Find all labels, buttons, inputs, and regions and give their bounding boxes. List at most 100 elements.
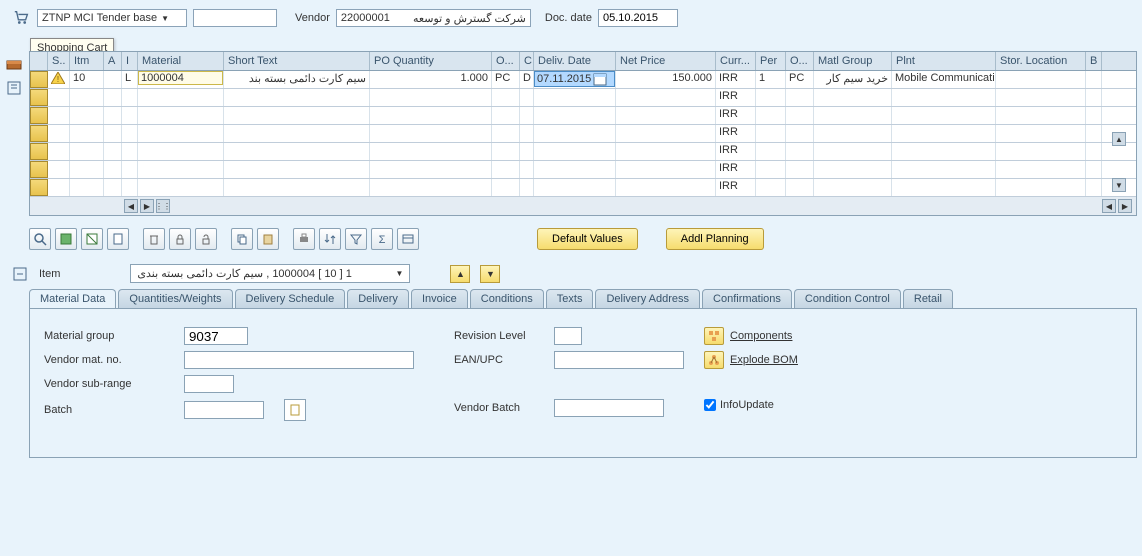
tab-condition-control[interactable]: Condition Control [794,289,901,308]
next-item-button[interactable]: ▼ [480,265,500,283]
vendor-mat-input[interactable] [184,351,414,369]
cell-plnt: Mobile Communicati [892,71,996,88]
scroll-down-button[interactable]: ▼ [1112,178,1126,192]
col-a[interactable]: A [104,52,122,70]
components-link[interactable]: Components [704,327,792,345]
doc-date-input[interactable] [598,9,678,27]
explode-bom-link[interactable]: Explode BOM [704,351,798,369]
scroll-left-button-2[interactable]: ◀ [1102,199,1116,213]
tab-delivery-schedule[interactable]: Delivery Schedule [235,289,346,308]
vendor-sub-input[interactable] [184,375,234,393]
cell-deliv-date[interactable]: 07.11.2015 [534,71,615,87]
row-selector[interactable] [30,161,48,178]
doc-type-value-input[interactable] [193,9,277,27]
table-row[interactable]: ! 10 L 1000004 سیم کارت دائمی بسته بند 1… [30,71,1136,89]
col-material[interactable]: Material [138,52,224,70]
table-row[interactable]: IRR [30,143,1136,161]
ean-input[interactable] [554,351,684,369]
info-update-checkbox[interactable] [704,399,716,411]
col-opu[interactable]: O... [786,52,814,70]
batch-input[interactable] [184,401,264,419]
sum-button[interactable]: Σ [371,228,393,250]
lock-button[interactable] [169,228,191,250]
material-group-input[interactable] [184,327,248,345]
cell-material[interactable]: 1000004 [138,71,223,85]
item-dropdown[interactable]: 1 [ 10 ] 1000004 , سیم کارت دائمی بسته ب… [130,264,410,283]
tab-material-data[interactable]: Material Data [29,289,116,308]
batch-details-button[interactable] [284,399,306,421]
col-oun[interactable]: O... [492,52,520,70]
col-po-qty[interactable]: PO Quantity [370,52,492,70]
cell-po-qty: 1.000 [370,71,492,88]
revision-input[interactable] [554,327,582,345]
tab-delivery-address[interactable]: Delivery Address [595,289,700,308]
col-short-text[interactable]: Short Text [224,52,370,70]
col-itm[interactable]: Itm [70,52,104,70]
paste-button[interactable] [257,228,279,250]
calendar-icon[interactable] [593,72,607,86]
addl-planning-button[interactable]: Addl Planning [666,228,764,250]
sort-button[interactable] [319,228,341,250]
tab-quantities-weights[interactable]: Quantities/Weights [118,289,232,308]
col-b[interactable]: B [1086,52,1102,70]
doc-type-dropdown[interactable]: ZTNP MCI Tender base ▼ [37,9,187,27]
tab-retail[interactable]: Retail [903,289,953,308]
default-values-button[interactable]: Default Values [537,228,638,250]
tab-invoice[interactable]: Invoice [411,289,468,308]
toolbox-icon[interactable] [5,55,23,73]
material-group-label: Material group [44,330,184,342]
item-label: Item [39,268,60,280]
col-plnt[interactable]: Plnt [892,52,996,70]
col-per[interactable]: Per [756,52,786,70]
expand-all-icon[interactable] [5,79,23,97]
row-selector[interactable] [30,179,48,196]
select-all-button[interactable] [55,228,77,250]
col-matl-group[interactable]: Matl Group [814,52,892,70]
cell-net-price: 150.000 [616,71,716,88]
vendor-input[interactable]: شرکت گسترش و توسعه 22000001 [336,9,531,27]
chevron-down-icon: ▼ [395,269,403,278]
column-config-button[interactable]: ⋮⋮ [156,199,170,213]
deselect-all-button[interactable] [81,228,103,250]
tab-texts[interactable]: Texts [546,289,594,308]
delete-button[interactable] [143,228,165,250]
row-selector[interactable] [30,71,48,88]
display-button[interactable] [107,228,129,250]
col-deliv-date[interactable]: Deliv. Date [534,52,616,70]
col-c[interactable]: C [520,52,534,70]
row-selector[interactable] [30,89,48,106]
table-row[interactable]: IRR [30,107,1136,125]
scroll-right-button-2[interactable]: ▶ [1118,199,1132,213]
col-stor-loc[interactable]: Stor. Location [996,52,1086,70]
unlock-button[interactable] [195,228,217,250]
col-curr[interactable]: Curr... [716,52,756,70]
layout-button[interactable] [397,228,419,250]
cell-per: 1 [756,71,786,88]
col-i[interactable]: I [122,52,138,70]
print-button[interactable] [293,228,315,250]
item-collapse-icon[interactable] [11,265,29,283]
scroll-right-button[interactable]: ▶ [140,199,154,213]
filter-button[interactable] [345,228,367,250]
find-button[interactable] [29,228,51,250]
row-selector[interactable] [30,125,48,142]
tab-conditions[interactable]: Conditions [470,289,544,308]
vendor-label: Vendor [295,12,330,24]
prev-item-button[interactable]: ▲ [450,265,470,283]
scroll-up-button[interactable]: ▲ [1112,132,1126,146]
col-status[interactable]: S.. [48,52,70,70]
tab-confirmations[interactable]: Confirmations [702,289,792,308]
vendor-sub-label: Vendor sub-range [44,378,184,390]
table-row[interactable]: IRR [30,125,1136,143]
col-net-price[interactable]: Net Price [616,52,716,70]
tab-delivery[interactable]: Delivery [347,289,409,308]
table-row[interactable]: IRR [30,161,1136,179]
row-selector[interactable] [30,143,48,160]
scroll-left-button[interactable]: ◀ [124,199,138,213]
table-row[interactable]: IRR [30,89,1136,107]
cell-curr: IRR [716,179,756,196]
row-selector[interactable] [30,107,48,124]
copy-button[interactable] [231,228,253,250]
table-row[interactable]: IRR [30,179,1136,197]
vendor-batch-input[interactable] [554,399,664,417]
